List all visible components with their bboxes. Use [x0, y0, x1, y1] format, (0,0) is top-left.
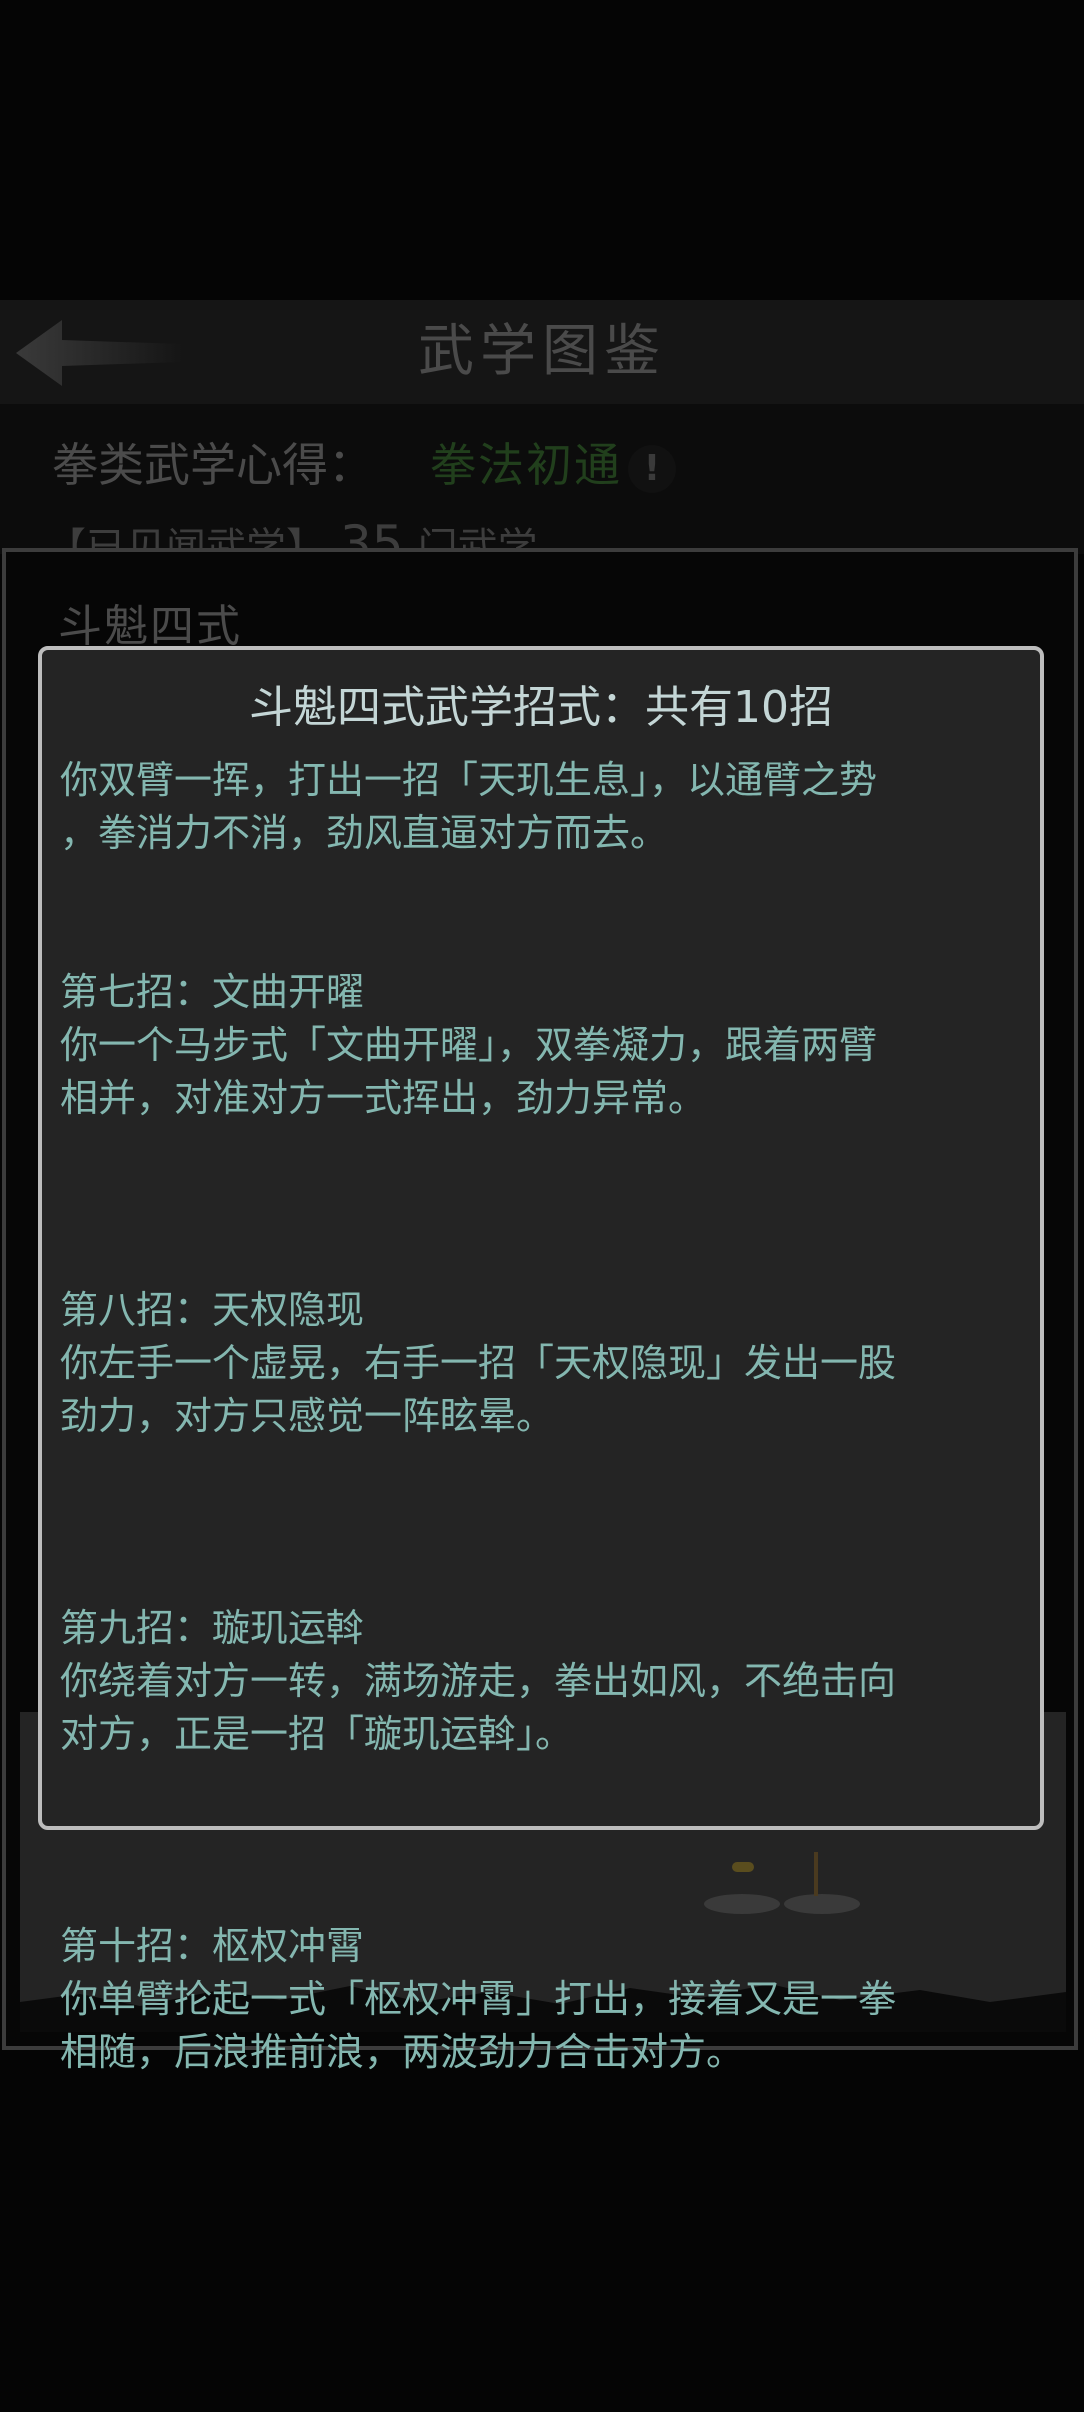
move-entry: 第七招：文曲开曜你一个马步式「文曲开曜」，双拳凝力，跟着两臂 相并，对准对方一式… — [60, 913, 1020, 1178]
move-description: 你左手一个虚晃，右手一招「天权隐现」发出一股 劲力，对方只感觉一阵眩晕。 — [60, 1341, 897, 1438]
punch-insight-row: 拳类武学心得： 拳法初通! — [52, 432, 676, 498]
dialog-title: 斗魁四式武学招式：共有10招 — [249, 682, 833, 733]
move-description: 你一个马步式「文曲开曜」，双拳凝力，跟着两臂 相并，对准对方一式挥出，劲力异常。 — [60, 1023, 878, 1120]
move-heading: 第八招：天权隐现 — [60, 1288, 365, 1332]
move-description: 你绕着对方一转，满场游走，拳出如风，不绝击向 对方，正是一招「璇玑运斡」。 — [60, 1659, 897, 1756]
punch-insight-label: 拳类武学心得： — [52, 438, 374, 492]
move-entry: 第十招：枢权冲霄你单臂抡起一式「枢权冲霄」打出，接着又是一拳 相随，后浪推前浪，… — [60, 1867, 1020, 2132]
move-intro: 你双臂一挥，打出一招「天玑生息」，以通臂之势 ，拳消力不消，劲风直逼对方而去。 — [60, 758, 878, 855]
move-heading: 第十招：枢权冲霄 — [60, 1924, 365, 1968]
move-heading: 第九招：璇玑运斡 — [60, 1606, 365, 1650]
moves-text: 你双臂一挥，打出一招「天玑生息」，以通臂之势 ，拳消力不消，劲风直逼对方而去。 … — [60, 754, 1020, 2185]
punch-insight-value: 拳法初通 — [430, 438, 622, 492]
moves-dialog: 斗魁四式武学招式：共有10招 你双臂一挥，打出一招「天玑生息」，以通臂之势 ，拳… — [38, 646, 1044, 2074]
header-bar: 武学图鉴 — [0, 300, 1084, 406]
move-heading: 第七招：文曲开曜 — [60, 970, 365, 1014]
info-section: 拳类武学心得：拳法初通! 【已见闻武学】35门武学 — [0, 404, 1084, 573]
move-entry: 第八招：天权隐现你左手一个虚晃，右手一招「天权隐现」发出一股 劲力，对方只感觉一… — [60, 1231, 1020, 1496]
page-title: 武学图鉴 — [418, 319, 666, 384]
move-description: 你单臂抡起一式「枢权冲霄」打出，接着又是一拳 相随，后浪推前浪，两波劲力合击对方… — [60, 1977, 897, 2074]
skill-name: 斗魁四式 — [58, 601, 242, 652]
exclamation-icon[interactable]: ! — [628, 444, 676, 493]
move-entry: 第九招：璇玑运斡你绕着对方一转，满场游走，拳出如风，不绝击向 对方，正是一招「璇… — [60, 1549, 1020, 1814]
